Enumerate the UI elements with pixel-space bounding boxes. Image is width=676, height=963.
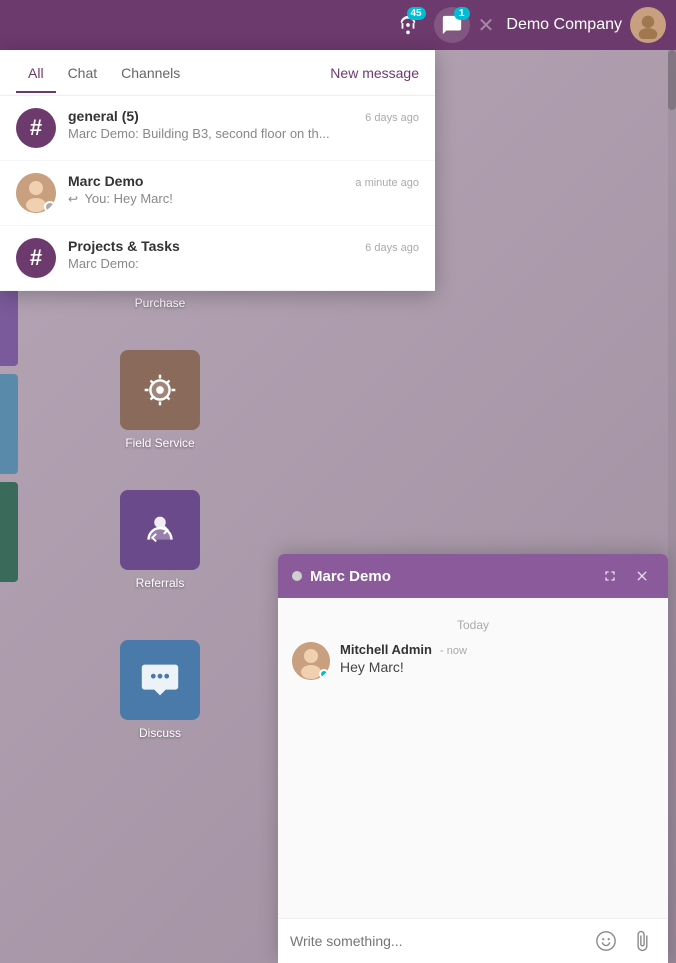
chat-panel: All Chat Channels New message # general …: [0, 50, 435, 291]
dm-popup-header: Marc Demo: [278, 554, 668, 598]
scrollbar-thumb[interactable]: [668, 50, 676, 110]
app-referrals-label: Referrals: [136, 576, 185, 590]
dm-date-divider: Today: [292, 618, 654, 632]
dm-message-1: Mitchell Admin - now Hey Marc!: [292, 642, 654, 680]
dm-body: Today Mitchell Admin - now Hey Marc!: [278, 598, 668, 918]
dm-footer: [278, 918, 668, 963]
dm-expand-button[interactable]: [598, 564, 622, 588]
chat-item-projects-time: 6 days ago: [365, 242, 419, 254]
chat-item-general-name: general (5): [68, 108, 139, 124]
attachment-button[interactable]: [628, 927, 656, 955]
dm-msg-online-dot: [319, 669, 329, 679]
topbar-divider: ✕: [478, 13, 495, 38]
activities-button[interactable]: 45: [390, 7, 426, 43]
app-discuss[interactable]: Discuss: [110, 640, 210, 740]
app-field-service[interactable]: Field Service: [110, 350, 210, 450]
channel-avatar-projects: #: [16, 238, 56, 278]
online-indicator-marc: [44, 201, 56, 213]
chat-tabs: All Chat Channels New message: [0, 50, 435, 96]
company-name: Demo Company: [506, 16, 622, 34]
tab-chat[interactable]: Chat: [56, 53, 110, 93]
dm-msg-text: Hey Marc!: [340, 659, 467, 675]
messages-badge: 1: [454, 7, 470, 20]
channel-avatar-general: #: [16, 108, 56, 148]
user-avatar[interactable]: [630, 7, 666, 43]
topbar: 45 1 ✕ Demo Company: [0, 0, 676, 50]
chat-item-marc-content: Marc Demo a minute ago ↩ You: Hey Marc!: [68, 173, 419, 206]
chat-item-projects-name: Projects & Tasks: [68, 238, 180, 254]
dm-close-button[interactable]: [630, 564, 654, 588]
dm-msg-sender: Mitchell Admin: [340, 642, 432, 657]
dm-popup-marc: Marc Demo Today Mi: [278, 554, 668, 963]
chat-item-general[interactable]: # general (5) 6 days ago Marc Demo: Buil…: [0, 96, 435, 161]
tab-all[interactable]: All: [16, 53, 56, 93]
app-field-service-icon: [120, 350, 200, 430]
activities-badge: 45: [407, 7, 426, 20]
app-referrals[interactable]: Referrals: [110, 490, 210, 590]
app-field-service-label: Field Service: [125, 436, 194, 450]
chat-item-marc[interactable]: Marc Demo a minute ago ↩ You: Hey Marc!: [0, 161, 435, 226]
dm-input-field[interactable]: [290, 933, 584, 949]
emoji-button[interactable]: [592, 927, 620, 955]
chat-item-marc-time: a minute ago: [355, 177, 419, 189]
chat-item-projects-preview: Marc Demo:: [68, 256, 419, 271]
app-purchase-label: Purchase: [135, 296, 186, 310]
dm-status-dot: [292, 571, 302, 581]
avatar-marc-demo: [16, 173, 56, 213]
scrollbar-track[interactable]: [668, 50, 676, 963]
app-discuss-icon: [120, 640, 200, 720]
dm-contact-name: Marc Demo: [310, 568, 590, 585]
tab-channels[interactable]: Channels: [109, 53, 192, 93]
chat-item-general-content: general (5) 6 days ago Marc Demo: Buildi…: [68, 108, 419, 141]
app-discuss-label: Discuss: [139, 726, 181, 740]
dm-msg-time: - now: [440, 645, 467, 657]
chat-item-general-preview: Marc Demo: Building B3, second floor on …: [68, 126, 419, 141]
dm-msg-avatar-mitchell: [292, 642, 330, 680]
sidebar-strip-4: [0, 374, 18, 474]
chat-item-general-time: 6 days ago: [365, 112, 419, 124]
app-referrals-icon: [120, 490, 200, 570]
reply-icon: ↩: [68, 192, 78, 206]
messages-button[interactable]: 1: [434, 7, 470, 43]
chat-item-marc-preview: ↩ You: Hey Marc!: [68, 191, 419, 206]
sidebar-strip-5: [0, 482, 18, 582]
chat-item-projects[interactable]: # Projects & Tasks 6 days ago Marc Demo:: [0, 226, 435, 291]
chat-item-projects-content: Projects & Tasks 6 days ago Marc Demo:: [68, 238, 419, 271]
new-message-button[interactable]: New message: [330, 65, 419, 81]
dm-msg-content-1: Mitchell Admin - now Hey Marc!: [340, 642, 467, 675]
chat-item-marc-name: Marc Demo: [68, 173, 143, 189]
